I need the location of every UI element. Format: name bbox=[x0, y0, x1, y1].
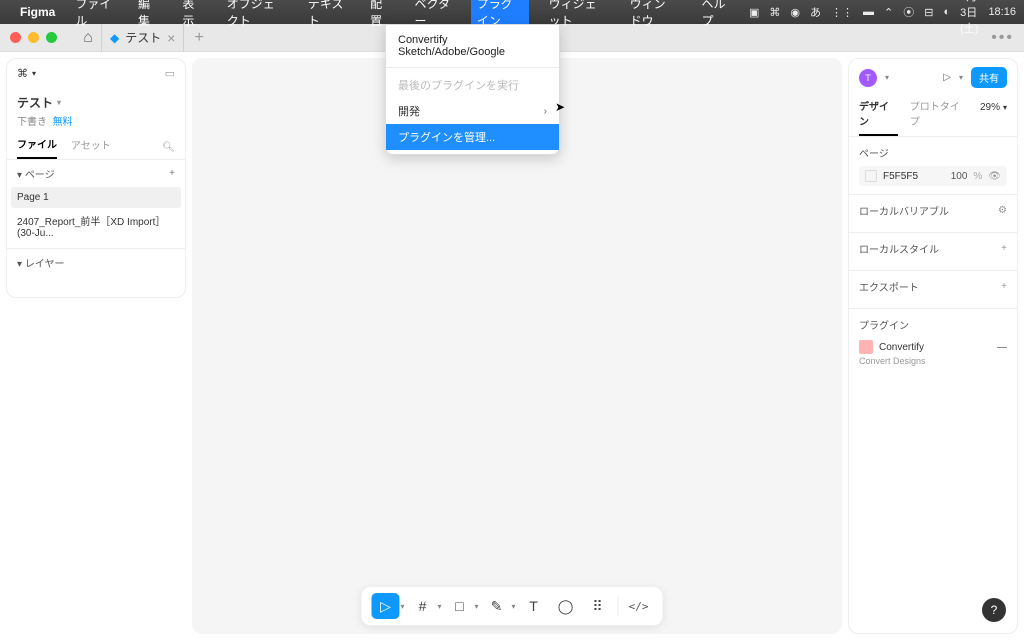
visibility-toggle-icon[interactable]: 👁 bbox=[988, 171, 1001, 182]
battery-icon[interactable]: ▬ bbox=[863, 6, 874, 18]
siri-icon[interactable]: ◐ bbox=[943, 6, 950, 18]
bluetooth-icon[interactable]: ⋮⋮ bbox=[831, 6, 853, 19]
figma-tray-icon[interactable]: ⌘ bbox=[769, 6, 780, 19]
cursor-icon: ➤ bbox=[555, 100, 565, 114]
menu-window[interactable]: ウィンドウ bbox=[624, 0, 682, 31]
tab-design[interactable]: デザイン bbox=[859, 98, 898, 136]
tab-assets[interactable]: アセット bbox=[71, 137, 111, 158]
minimize-window-button[interactable] bbox=[28, 32, 39, 43]
present-button[interactable]: ▷ bbox=[943, 72, 951, 83]
draft-label[interactable]: 下書き bbox=[17, 117, 47, 128]
search-icon[interactable]: 🔍︎ bbox=[162, 142, 175, 153]
dev-mode-toggle[interactable]: </> bbox=[625, 593, 653, 619]
remove-plugin-button[interactable]: — bbox=[997, 342, 1007, 353]
pen-tool-chevron[interactable]: ▾ bbox=[512, 602, 516, 611]
layers-toggle[interactable]: ▾ レイヤー bbox=[17, 255, 65, 270]
shape-tool[interactable]: □ bbox=[446, 593, 474, 619]
help-button[interactable]: ? bbox=[982, 598, 1006, 622]
right-panel: T ▾ ▷ ▾ 共有 デザイン プロトタイプ 29%▾ ページ F5F5F5 1… bbox=[848, 58, 1018, 634]
file-name[interactable]: テスト bbox=[17, 94, 53, 111]
dropdown-separator bbox=[386, 67, 559, 68]
control-center-icon[interactable]: ⊟ bbox=[924, 6, 933, 19]
macos-menubar: Figma ファイル 編集 表示 オブジェクト テキスト 配置 ベクター プラグ… bbox=[0, 0, 1024, 24]
export-label[interactable]: エクスポート bbox=[859, 279, 919, 294]
color-swatch[interactable] bbox=[865, 170, 877, 182]
tray-icon[interactable]: ▣ bbox=[749, 6, 759, 19]
move-tool-chevron[interactable]: ▾ bbox=[400, 602, 404, 611]
app-name[interactable]: Figma bbox=[20, 5, 55, 19]
spotlight-icon[interactable]: ⦿ bbox=[903, 4, 914, 20]
plugins-section-label: プラグイン bbox=[859, 317, 909, 332]
manage-plugins-item[interactable]: プラグインを管理... bbox=[386, 124, 559, 150]
home-tab[interactable]: ⌂ bbox=[75, 28, 101, 48]
menu-object[interactable]: オブジェクト bbox=[221, 0, 288, 31]
settings-icon[interactable]: ⚙ bbox=[998, 205, 1007, 216]
date-label[interactable]: 8月3日 (土) bbox=[960, 0, 978, 36]
menu-help[interactable]: ヘルプ bbox=[695, 0, 735, 31]
add-page-button[interactable]: + bbox=[169, 168, 175, 179]
bottom-toolbar: ▷ ▾ # ▾ □ ▾ ✎ ▾ T ◯ ⠿ </> bbox=[360, 586, 663, 626]
close-window-button[interactable] bbox=[10, 32, 21, 43]
file-tab[interactable]: ◆ テスト × bbox=[101, 24, 184, 52]
fullscreen-window-button[interactable] bbox=[46, 32, 57, 43]
frame-tool-chevron[interactable]: ▾ bbox=[437, 602, 441, 611]
new-tab-button[interactable]: + bbox=[194, 29, 203, 47]
plugin-convertify-item[interactable]: Convertify Sketch/Adobe/Google bbox=[386, 29, 559, 63]
add-style-button[interactable]: + bbox=[1001, 243, 1007, 254]
frame-tool[interactable]: # bbox=[408, 593, 436, 619]
tab-file[interactable]: ファイル bbox=[17, 136, 57, 159]
file-tab-title: テスト bbox=[125, 29, 161, 46]
system-tray: ▣ ⌘ ◉ あ ⋮⋮ ▬ ⌃ ⦿ ⊟ ◐ 8月3日 (土) 18:16 bbox=[749, 0, 1016, 36]
development-submenu[interactable]: 開発› bbox=[386, 98, 559, 124]
local-styles-label[interactable]: ローカルスタイル bbox=[859, 241, 939, 256]
window-controls bbox=[10, 32, 57, 43]
left-panel: ⌘▾ ▭ テスト ▾ 下書き 無料 ファイル アセット 🔍︎ ▾ ページ + P… bbox=[6, 58, 186, 298]
page-section-label: ページ bbox=[859, 145, 889, 160]
figma-file-icon: ◆ bbox=[110, 31, 119, 45]
opacity-unit: % bbox=[973, 171, 982, 182]
tab-prototype[interactable]: プロトタイプ bbox=[910, 98, 968, 134]
comment-tool[interactable]: ◯ bbox=[552, 593, 580, 619]
convertify-plugin-icon bbox=[859, 340, 873, 354]
menu-text[interactable]: テキスト bbox=[302, 0, 350, 31]
input-method-icon[interactable]: あ bbox=[810, 4, 821, 20]
pen-tool[interactable]: ✎ bbox=[483, 593, 511, 619]
text-tool[interactable]: T bbox=[520, 593, 548, 619]
main-menu-button[interactable]: ⌘▾ bbox=[17, 67, 36, 80]
share-button[interactable]: 共有 bbox=[971, 67, 1007, 88]
local-variables-label[interactable]: ローカルバリアブル bbox=[859, 203, 949, 218]
chevron-down-icon[interactable]: ▾ bbox=[57, 98, 61, 107]
color-hex[interactable]: F5F5F5 bbox=[883, 171, 918, 182]
play-tray-icon[interactable]: ◉ bbox=[790, 6, 800, 19]
plugin-entry-name[interactable]: Convertify bbox=[879, 342, 924, 353]
chevron-right-icon: › bbox=[544, 106, 547, 117]
panel-toggle-icon[interactable]: ▭ bbox=[165, 67, 175, 80]
add-export-button[interactable]: + bbox=[1001, 281, 1007, 292]
run-last-plugin-item: 最後のプラグインを実行 bbox=[386, 72, 559, 98]
opacity-value[interactable]: 100 bbox=[951, 171, 968, 182]
actions-tool[interactable]: ⠿ bbox=[584, 593, 612, 619]
plugins-dropdown: Convertify Sketch/Adobe/Google 最後のプラグインを… bbox=[385, 24, 560, 155]
avatar[interactable]: T bbox=[859, 69, 877, 87]
avatar-chevron-icon[interactable]: ▾ bbox=[885, 73, 889, 82]
pages-toggle[interactable]: ▾ ページ bbox=[17, 166, 55, 181]
shape-tool-chevron[interactable]: ▾ bbox=[475, 602, 479, 611]
zoom-control[interactable]: 29%▾ bbox=[980, 102, 1007, 113]
time-label[interactable]: 18:16 bbox=[988, 6, 1016, 18]
page-item-2[interactable]: 2407_Report_前半［XD Import］(30-Ju... bbox=[7, 208, 185, 244]
wifi-icon[interactable]: ⌃ bbox=[884, 6, 893, 19]
overflow-menu-button[interactable]: ••• bbox=[991, 29, 1014, 47]
present-chevron-icon[interactable]: ▾ bbox=[959, 73, 963, 82]
close-tab-icon[interactable]: × bbox=[167, 30, 175, 46]
move-tool[interactable]: ▷ bbox=[371, 593, 399, 619]
figma-logo-icon: ⌘ bbox=[17, 67, 28, 80]
free-badge[interactable]: 無料 bbox=[53, 117, 73, 128]
background-color-row[interactable]: F5F5F5 100 % 👁 bbox=[859, 166, 1007, 186]
page-item-1[interactable]: Page 1 bbox=[11, 187, 181, 208]
plugin-entry-desc: Convert Designs bbox=[859, 356, 1007, 366]
